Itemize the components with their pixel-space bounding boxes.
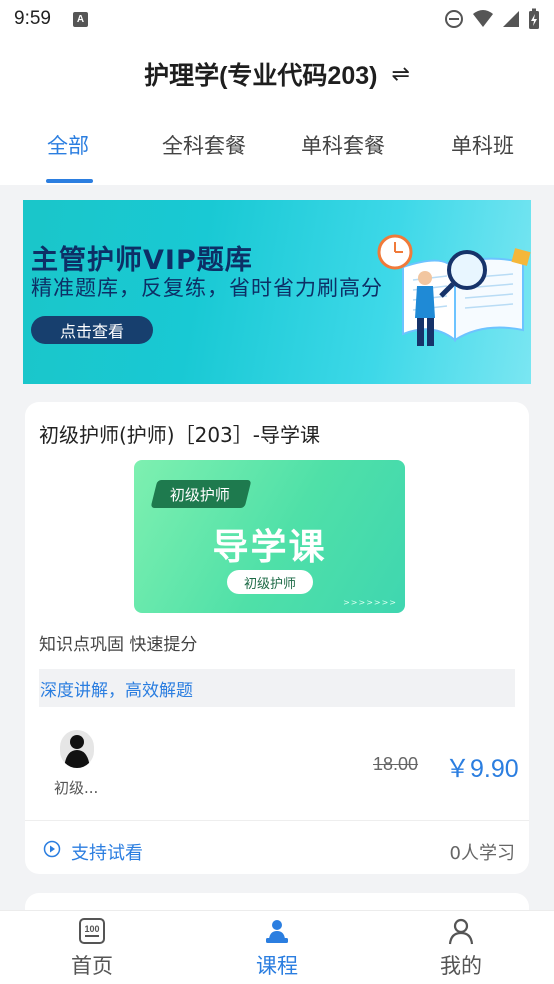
wifi-icon: [473, 10, 493, 27]
nav-home-label: 首页: [71, 954, 113, 978]
cover-title: 导学课: [212, 527, 327, 568]
cover-pill: 初级护师: [227, 570, 313, 594]
nav-profile-label: 我的: [440, 954, 482, 978]
dnd-icon: [445, 10, 463, 28]
active-tab-indicator: [46, 179, 93, 183]
status-icons: [444, 8, 540, 30]
promo-banner[interactable]: 主管护师VIP题库 精准题库，反复练，省时省力刷高分 点击查看: [23, 200, 531, 384]
home-100-icon: 100: [79, 918, 105, 944]
tab-full-package[interactable]: 全科套餐: [162, 130, 246, 160]
course-card[interactable]: 初级护师(护师)［203］-导学课 初级护师 导学课 初级护师 >>>>>>> …: [25, 402, 529, 874]
course-teacher-icon: [266, 920, 288, 943]
header: 护理学(专业代码203) ⇌: [0, 38, 554, 110]
switch-arrows-icon[interactable]: ⇌: [391, 62, 409, 87]
course-description: 知识点巩固 快速提分: [39, 635, 198, 655]
nav-home[interactable]: 100 首页: [32, 911, 152, 984]
cover-tag-label: 初级护师: [170, 485, 231, 504]
banner-view-button[interactable]: 点击查看: [31, 316, 153, 344]
trial-view-link[interactable]: 支持试看: [71, 839, 143, 865]
signal-icon: [503, 11, 519, 27]
category-tabs: 全部 全科套餐 单科套餐 单科班: [0, 110, 554, 185]
course-cover[interactable]: 初级护师 导学课 初级护师 >>>>>>>: [134, 460, 405, 613]
divider: [25, 820, 529, 821]
page-title: 护理学(专业代码203): [144, 62, 378, 90]
tab-all[interactable]: 全部: [47, 130, 89, 160]
study-illustration-icon: [377, 234, 531, 346]
original-price: 18.00: [373, 754, 419, 774]
bottom-nav: 100 首页 课程 我的: [0, 910, 554, 984]
play-circle-icon: [43, 840, 61, 858]
learner-count: 0人学习: [449, 843, 515, 864]
current-price: ￥9.90: [445, 755, 519, 783]
course-highlight: 深度讲解，高效解题: [39, 669, 515, 707]
profile-icon: [448, 918, 474, 945]
status-time: 9:59: [14, 8, 51, 29]
teacher-name: 初级...: [54, 779, 99, 797]
teacher-silhouette-icon: [64, 735, 90, 768]
a-icon: A: [72, 11, 88, 27]
course-title: 初级护师(护师)［203］-导学课: [39, 423, 320, 447]
avatar[interactable]: [60, 730, 94, 768]
tab-single-class[interactable]: 单科班: [451, 130, 514, 160]
status-bar: 9:59 A: [0, 0, 554, 38]
svg-text:100: 100: [84, 924, 99, 934]
nav-profile[interactable]: 我的: [401, 911, 521, 984]
cover-tag: 初级护师: [150, 480, 252, 508]
nav-course[interactable]: 课程: [217, 911, 337, 984]
cover-decoration: >>>>>>>: [343, 598, 397, 607]
battery-charging-icon: [529, 8, 539, 29]
banner-subtitle: 精准题库，反复练，省时省力刷高分: [31, 276, 383, 300]
tab-single-package[interactable]: 单科套餐: [301, 130, 385, 160]
nav-course-label: 课程: [256, 954, 298, 978]
